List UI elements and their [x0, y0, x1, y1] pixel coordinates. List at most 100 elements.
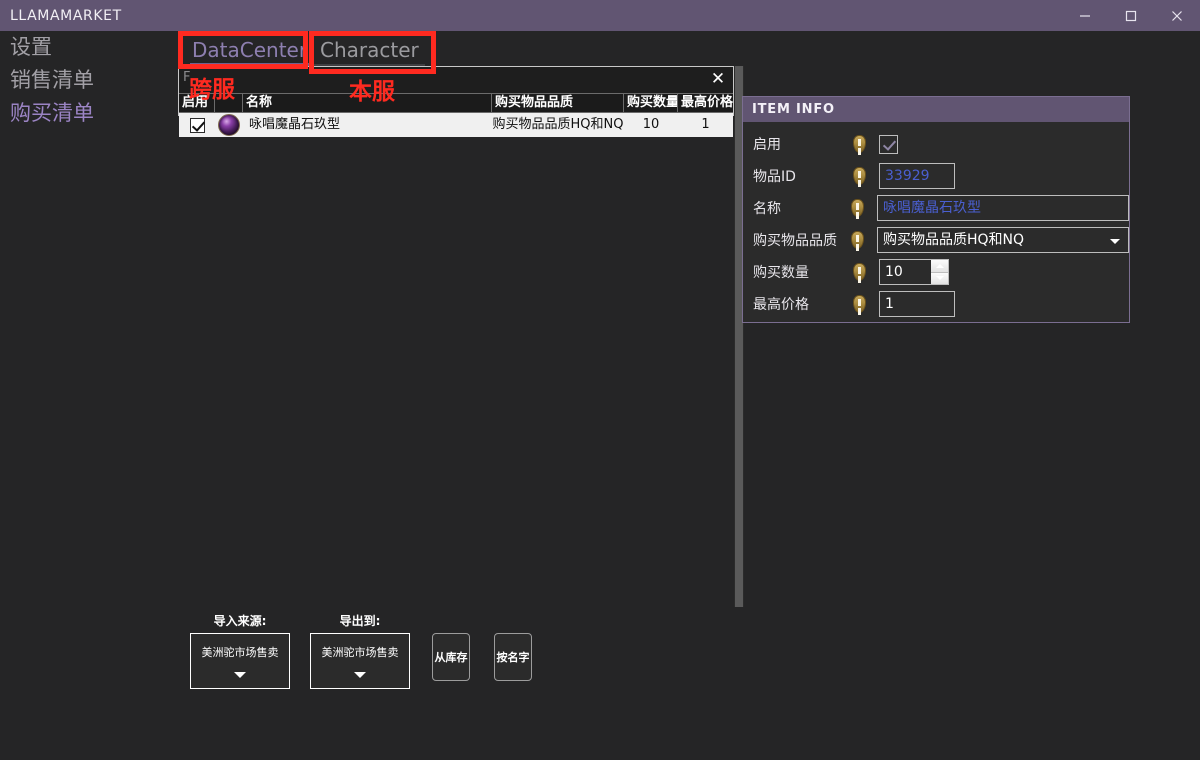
sidebar-item-label: 销售清单	[10, 68, 94, 92]
column-header-quantity[interactable]: 购买数量	[624, 94, 678, 112]
tab-character[interactable]: Character	[310, 31, 429, 68]
field-label: 名称	[753, 201, 781, 217]
warning-shield-icon	[853, 295, 866, 313]
app-title: LLAMAMARKET	[10, 7, 122, 24]
chevron-up-icon	[935, 263, 944, 268]
tab-datacenter[interactable]: DataCenter	[182, 31, 317, 68]
chevron-down-icon	[234, 672, 246, 678]
chevron-down-icon	[354, 672, 366, 678]
purchase-table: 启用 名称 购买物品品质 购买数量 最高价格 咏唱魔晶石玖型 购买物品品质HQ和…	[179, 93, 733, 137]
field-control[interactable]: 咏唱魔晶石玖型	[877, 195, 1129, 221]
item-orb-icon	[218, 114, 240, 136]
field-row-quantity: 购买数量 10	[743, 256, 1129, 288]
field-label: 购买物品品质	[753, 233, 837, 249]
warning-shield-icon	[851, 231, 865, 249]
maximize-icon	[1124, 9, 1138, 23]
field-row-item-id: 物品ID 33929	[743, 160, 1129, 192]
import-source-value: 美洲驼市场售卖	[201, 646, 279, 659]
sidebar-item-label: 设置	[10, 35, 52, 59]
field-label: 购买数量	[753, 265, 809, 281]
field-label: 启用	[753, 137, 781, 153]
row-enable-checkbox-wrap[interactable]	[179, 113, 215, 137]
quantity-stepper[interactable]	[931, 259, 949, 285]
item-id-input[interactable]: 33929	[879, 163, 955, 189]
import-source-select[interactable]: 美洲驼市场售卖	[190, 633, 290, 689]
row-icon-cell	[215, 113, 243, 137]
sidebar-item-settings[interactable]: 设置	[0, 31, 176, 64]
field-control[interactable]: 购买物品品质HQ和NQ	[877, 227, 1129, 253]
from-inventory-button[interactable]: 从库存	[432, 633, 470, 681]
column-header-quality[interactable]: 购买物品品质	[492, 94, 624, 112]
sidebar-item-label: 购买清单	[10, 101, 94, 125]
quantity-input[interactable]: 10	[879, 259, 931, 285]
sidebar-item-purchase-list[interactable]: 购买清单	[0, 97, 176, 130]
sidebar: 设置 销售清单 购买清单	[0, 31, 176, 760]
field-info-icon-wrap	[851, 199, 877, 217]
row-enable-cell[interactable]	[179, 113, 215, 137]
max-price-input[interactable]: 1	[879, 291, 955, 317]
import-source-group: 导入来源: 美洲驼市场售卖	[190, 612, 290, 689]
row-max-price-cell: 1	[701, 117, 710, 132]
item-info-body: 启用 物品ID 33929 名称 咏唱魔晶石玖型 购买物品品质 购买物品品质HQ…	[743, 122, 1129, 320]
field-info-icon-wrap	[853, 263, 879, 281]
item-name-input[interactable]: 咏唱魔晶石玖型	[877, 195, 1129, 221]
close-icon	[1170, 9, 1184, 23]
export-target-value: 美洲驼市场售卖	[321, 646, 399, 659]
item-info-header: ITEM INFO	[743, 97, 1129, 122]
field-row-max-price: 最高价格 1	[743, 288, 1129, 320]
enable-checkbox[interactable]	[879, 134, 898, 154]
row-name-cell: 咏唱魔晶石玖型	[249, 117, 341, 132]
field-label: 最高价格	[753, 297, 809, 313]
chevron-down-icon	[1110, 239, 1120, 244]
field-row-quality: 购买物品品质 购买物品品质HQ和NQ	[743, 224, 1129, 256]
warning-shield-icon	[853, 263, 866, 281]
field-control[interactable]: 33929	[879, 163, 1129, 189]
column-header-max-price[interactable]: 最高价格	[678, 94, 733, 112]
chevron-down-icon	[935, 276, 944, 281]
close-button[interactable]	[1154, 0, 1200, 31]
by-name-button[interactable]: 按名字	[494, 633, 532, 681]
tab-label: Character	[320, 37, 419, 62]
export-target-label: 导出到:	[339, 614, 381, 628]
table-header-row: 启用 名称 购买物品品质 购买数量 最高价格	[179, 93, 733, 113]
from-inventory-button-wrap: 从库存	[432, 633, 470, 681]
row-enable-checkbox[interactable]	[189, 117, 205, 133]
field-info-icon-wrap	[853, 167, 879, 185]
field-row-name: 名称 咏唱魔晶石玖型	[743, 192, 1129, 224]
field-info-icon-wrap	[853, 135, 879, 153]
warning-shield-icon	[853, 135, 866, 153]
import-source-label: 导入来源:	[213, 614, 267, 628]
list-close-button[interactable]: ✕	[707, 68, 729, 90]
field-row-enable: 启用	[743, 128, 1129, 160]
warning-shield-icon	[853, 167, 866, 185]
by-name-button-wrap: 按名字	[494, 633, 532, 681]
minimize-icon	[1078, 9, 1092, 23]
row-quality-cell: 购买物品品质HQ和NQ	[492, 117, 624, 132]
field-info-icon-wrap	[853, 295, 879, 313]
quality-select-value: 购买物品品质HQ和NQ	[883, 232, 1025, 248]
tab-strip: DataCenter Character	[176, 31, 1200, 68]
stepper-up-button[interactable]	[931, 260, 948, 272]
title-bar: LLAMAMARKET	[0, 0, 1200, 31]
warning-shield-icon	[851, 199, 865, 217]
quality-select[interactable]: 购买物品品质HQ和NQ	[877, 227, 1129, 253]
column-header-name[interactable]: 名称	[243, 94, 492, 112]
field-control[interactable]: 10	[879, 259, 1129, 285]
export-target-select[interactable]: 美洲驼市场售卖	[310, 633, 410, 689]
maximize-button[interactable]	[1108, 0, 1154, 31]
item-info-panel: ITEM INFO 启用 物品ID 33929 名称 咏唱魔晶石玖型 购买物品品…	[742, 96, 1130, 323]
field-info-icon-wrap	[851, 231, 877, 249]
tab-label: DataCenter	[192, 37, 308, 62]
stepper-down-button[interactable]	[931, 271, 948, 284]
column-header-enable[interactable]: 启用	[179, 94, 215, 112]
column-header-icon[interactable]	[215, 94, 243, 112]
field-control[interactable]	[879, 134, 1129, 154]
list-panel-partial-label: F	[183, 70, 191, 85]
field-control[interactable]: 1	[879, 291, 1129, 317]
export-target-group: 导出到: 美洲驼市场售卖	[310, 612, 410, 689]
field-label: 物品ID	[753, 169, 796, 185]
sidebar-item-sales-list[interactable]: 销售清单	[0, 64, 176, 97]
minimize-button[interactable]	[1062, 0, 1108, 31]
row-quantity-cell: 10	[642, 117, 660, 132]
table-row[interactable]: 咏唱魔晶石玖型 购买物品品质HQ和NQ 10 1	[179, 113, 733, 137]
